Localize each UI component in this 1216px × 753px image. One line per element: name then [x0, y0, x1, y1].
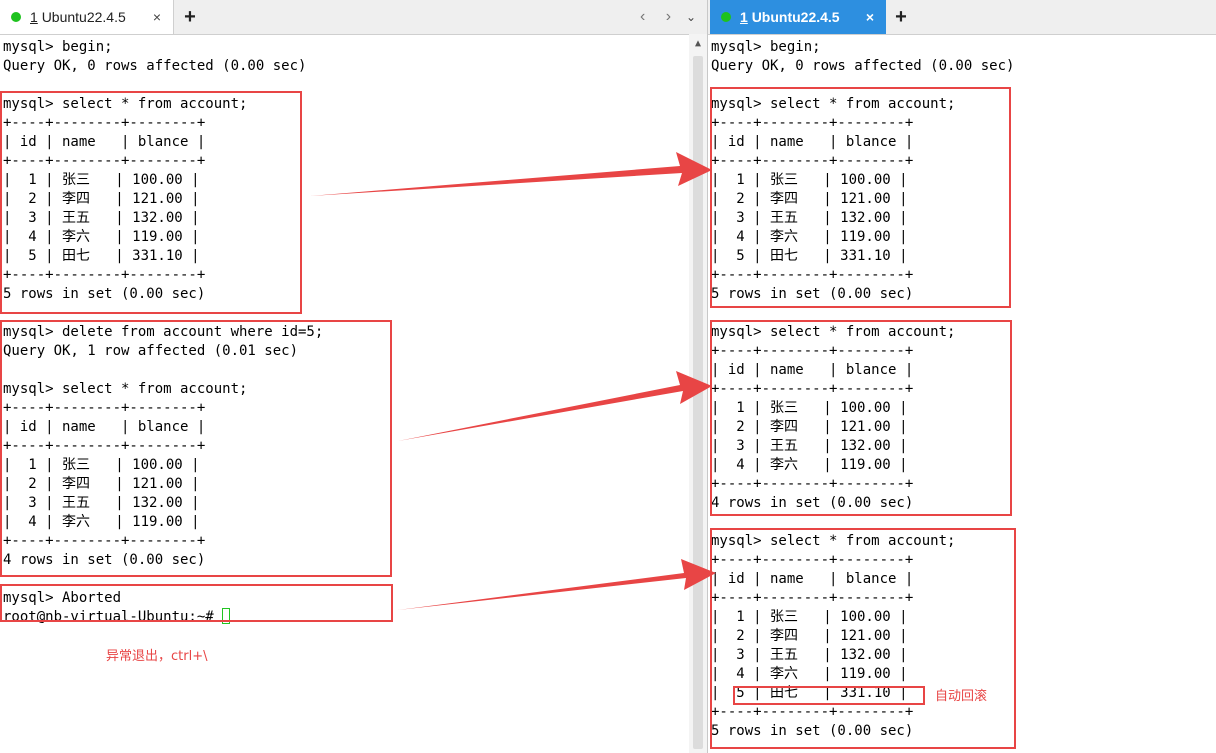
right-terminal-pane: 1 Ubuntu22.4.5 × + mysql> begin; Query O… — [708, 0, 1216, 753]
tab-index: 1 — [740, 9, 748, 25]
close-tab-icon[interactable]: × — [866, 0, 874, 34]
left-scrollbar[interactable]: ▲ — [689, 34, 707, 753]
abnormal-exit-note: 异常退出，ctrl+\ — [106, 649, 208, 664]
left-terminal-output[interactable]: mysql> begin; Query OK, 0 rows affected … — [0, 34, 689, 753]
scroll-up-icon[interactable]: ▲ — [689, 38, 707, 49]
right-terminal-text: mysql> begin; Query OK, 0 rows affected … — [711, 39, 1015, 739]
left-terminal-text: mysql> begin; Query OK, 0 rows affected … — [3, 39, 324, 606]
right-tab-bar: 1 Ubuntu22.4.5 × + — [708, 0, 1216, 35]
left-session-tab[interactable]: 1 Ubuntu22.4.5 × — [0, 0, 174, 34]
shell-prompt: root@nb-virtual-Ubuntu:~# — [3, 609, 223, 625]
right-session-tab[interactable]: 1 Ubuntu22.4.5 × — [710, 0, 886, 34]
connected-status-icon — [11, 12, 21, 22]
tab-scroll-arrows-icon[interactable]: ‹ › — [640, 0, 679, 34]
right-terminal-output[interactable]: mysql> begin; Query OK, 0 rows affected … — [708, 34, 1216, 753]
connected-status-icon — [721, 12, 731, 22]
tab-list-dropdown-icon[interactable]: ⌄ — [686, 0, 696, 34]
tab-title: Ubuntu22.4.5 — [751, 9, 840, 25]
scroll-thumb[interactable] — [693, 56, 703, 749]
auto-rollback-note: 自动回滚 — [935, 689, 988, 704]
left-terminal-pane: 1 Ubuntu22.4.5 × + ‹ › ⌄ mysql> begin; Q… — [0, 0, 707, 753]
new-tab-button[interactable]: + — [177, 0, 203, 34]
terminal-cursor — [222, 608, 231, 624]
left-tab-bar: 1 Ubuntu22.4.5 × + ‹ › ⌄ — [0, 0, 707, 35]
tab-index: 1 — [30, 9, 38, 25]
tab-title: Ubuntu22.4.5 — [41, 9, 126, 25]
new-tab-button[interactable]: + — [888, 0, 914, 34]
close-tab-icon[interactable]: × — [153, 0, 161, 34]
